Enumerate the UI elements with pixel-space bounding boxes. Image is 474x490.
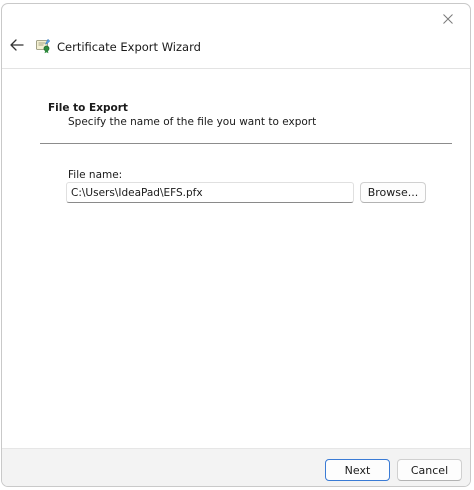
back-button[interactable] (9, 37, 25, 53)
certificate-icon (36, 38, 51, 54)
section-title: File to Export (48, 102, 128, 114)
close-icon (443, 14, 453, 24)
section-description: Specify the name of the file you want to… (68, 116, 317, 128)
header-divider (2, 68, 470, 69)
next-button[interactable]: Next (325, 459, 390, 481)
file-name-label: File name: (68, 169, 123, 181)
wizard-window: Certificate Export Wizard File to Export… (1, 3, 471, 487)
footer-bar: Next Cancel (2, 448, 470, 486)
close-button[interactable] (439, 10, 457, 28)
back-arrow-icon (10, 39, 24, 51)
file-name-input[interactable] (66, 182, 354, 203)
window-title: Certificate Export Wizard (57, 40, 201, 54)
cancel-button[interactable]: Cancel (397, 459, 462, 481)
section-divider (40, 143, 452, 144)
browse-button[interactable]: Browse... (360, 182, 426, 203)
